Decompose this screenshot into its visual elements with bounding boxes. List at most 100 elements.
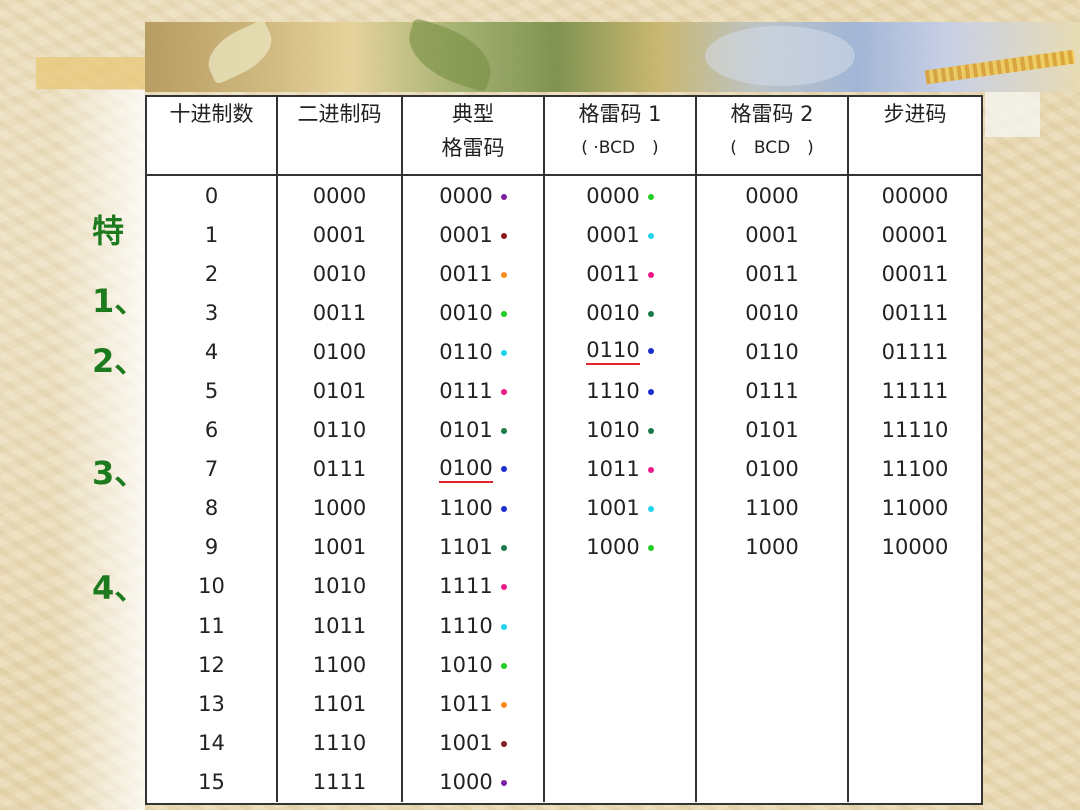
bullet-heading: 特 <box>92 212 125 250</box>
step-cell: 00000 <box>848 175 981 215</box>
cell-value: 0110 <box>586 338 640 366</box>
binary-cell: 1110 <box>277 723 403 763</box>
gray1-cell: 1000 <box>544 527 697 567</box>
dot-icon <box>647 428 654 435</box>
cell-value: 01111 <box>881 339 949 364</box>
corner-panel <box>985 92 1040 137</box>
cell-value: 1111 <box>439 574 493 599</box>
cell-value: 0010 <box>745 300 799 325</box>
cell-value: 6 <box>204 418 219 443</box>
cell-value: 5 <box>204 379 219 404</box>
step-cell <box>848 723 981 762</box>
gray-cell: 1100 <box>402 488 545 528</box>
cell-value: 0101 <box>745 418 799 443</box>
bullet-2: 2、 <box>92 342 147 380</box>
gray2-cell: 1100 <box>696 488 849 528</box>
bullet-3: 3、 <box>92 454 147 492</box>
step-cell: 10000 <box>848 528 981 567</box>
gray2-cell: 0010 <box>696 293 849 333</box>
cell-value: 0011 <box>439 261 493 286</box>
cell-value: 13 <box>198 691 225 716</box>
binary-cell: 1111 <box>277 762 403 802</box>
step-cell <box>848 645 981 684</box>
decimal-cell: 10 <box>147 566 278 607</box>
gray1-cell <box>544 566 697 607</box>
step-cell: 11000 <box>848 489 981 528</box>
step-cell <box>848 567 981 606</box>
cell-value: 0000 <box>312 183 367 208</box>
gray2-cell: 0110 <box>696 332 849 372</box>
cell-value: 0100 <box>745 457 799 482</box>
gray-cell: 1001 <box>402 723 545 763</box>
cell-value: 0110 <box>439 339 493 364</box>
cell-value: 1000 <box>439 769 493 794</box>
cell-value: 1011 <box>586 457 640 482</box>
bullet-1: 1、 <box>92 282 147 320</box>
cell-value: 1000 <box>745 535 799 560</box>
gray-cell: 1000 <box>402 762 545 802</box>
binary-cell: 1000 <box>277 488 403 528</box>
decimal-cell: 2 <box>147 254 278 294</box>
dot-icon <box>500 584 507 591</box>
header-gray-2: 格雷码 2( BCD ) <box>696 97 849 176</box>
cell-value: 1110 <box>586 379 640 404</box>
gray-cell: 1010 <box>402 645 545 685</box>
gray1-cell <box>544 645 697 685</box>
gray-code-table: 十进制数 二进制码 典型 格雷码 格雷码 1( ·BCD ) 格雷码 2( BCD… <box>145 95 983 805</box>
decimal-cell: 15 <box>147 762 278 802</box>
dot-icon <box>500 779 507 786</box>
cell-value: 1001 <box>312 535 367 560</box>
cell-value: 00001 <box>881 222 949 247</box>
cell-value: 0001 <box>439 222 493 247</box>
binary-cell: 1100 <box>277 645 403 685</box>
gray-cell: 0000 <box>402 175 545 216</box>
cell-value: 1010 <box>586 418 640 443</box>
dot-icon <box>647 348 654 355</box>
decimal-cell: 9 <box>147 527 278 567</box>
sprig-decoration <box>924 49 1076 85</box>
binary-cell: 0110 <box>277 410 403 450</box>
gray2-cell: 1000 <box>696 527 849 567</box>
gray2-cell <box>696 684 849 724</box>
gray1-cell: 0010 <box>544 293 697 333</box>
dot-icon <box>500 389 507 396</box>
cell-value: 0 <box>204 183 219 208</box>
gray2-cell <box>696 566 849 607</box>
gray2-cell: 0100 <box>696 449 849 489</box>
bullet-4: 4、 <box>92 569 147 607</box>
gray2-cell: 0000 <box>696 175 849 216</box>
table-row: 1 0001 0001 0001 0001 00001 <box>147 215 981 255</box>
cell-value: 7 <box>204 457 219 482</box>
gray1-cell <box>544 606 697 646</box>
decimal-cell: 7 <box>147 449 278 489</box>
cell-value: 1100 <box>439 496 493 521</box>
dot-icon <box>500 349 507 356</box>
cell-value: 0001 <box>312 222 367 247</box>
cell-value: 2 <box>204 261 219 286</box>
header-gray-1: 格雷码 1( ·BCD ) <box>544 97 697 176</box>
cell-value: 12 <box>198 652 225 677</box>
cell-value: 11100 <box>881 457 949 482</box>
cell-value: 15 <box>198 769 225 794</box>
cell-value: 0001 <box>586 222 640 247</box>
dot-icon <box>500 193 507 200</box>
gray-cell: 0111 <box>402 371 545 411</box>
cell-value: 0100 <box>312 339 367 364</box>
gray1-cell: 1110 <box>544 371 697 411</box>
dot-icon <box>500 506 507 513</box>
dot-icon <box>647 389 654 396</box>
decimal-cell: 1 <box>147 215 278 255</box>
binary-cell: 1010 <box>277 566 403 607</box>
cell-value: 14 <box>198 730 225 755</box>
cell-value: 10 <box>198 574 225 599</box>
flower-decoration <box>705 26 855 86</box>
dot-icon <box>500 662 507 669</box>
cell-value: 0101 <box>439 418 493 443</box>
step-cell <box>848 762 981 801</box>
step-cell <box>848 684 981 723</box>
dot-icon <box>647 506 654 513</box>
gray-cell: 0101 <box>402 410 545 450</box>
step-cell: 01111 <box>848 332 981 371</box>
gray1-cell: 1010 <box>544 410 697 450</box>
gray1-cell <box>544 762 697 802</box>
